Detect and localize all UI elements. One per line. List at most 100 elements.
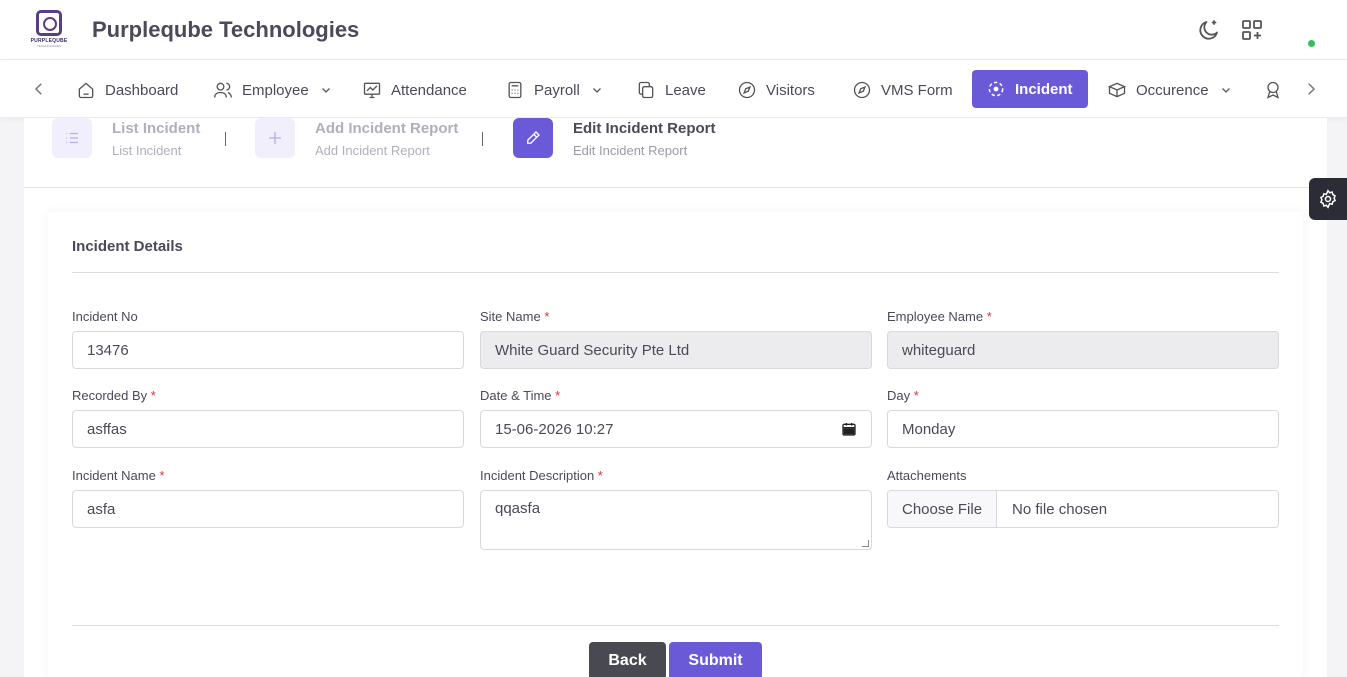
company-logo[interactable]: PURPLEQUBE TECHNOLOGIES bbox=[30, 10, 68, 48]
nav-item-dashboard[interactable]: Dashboard bbox=[66, 72, 188, 108]
nav-item-attendance[interactable]: Attendance bbox=[352, 72, 477, 108]
online-status-dot bbox=[1308, 40, 1315, 47]
company-name: Purpleqube Technologies bbox=[92, 17, 360, 42]
logo-subtext: TECHNOLOGIES bbox=[37, 44, 61, 48]
recorded-by-field: Recorded By * asffas bbox=[72, 388, 464, 448]
incident-name-label: Incident Name * bbox=[72, 468, 165, 483]
nav-label: Attendance bbox=[391, 81, 467, 99]
calendar-icon[interactable] bbox=[841, 421, 857, 437]
incident-description-field: Incident Description * qqasfa bbox=[480, 468, 872, 550]
incident-name-field: Incident Name * asfa bbox=[72, 468, 464, 528]
main-nav: Dashboard Employee Attendance Payroll Le… bbox=[0, 60, 1347, 118]
site-name-label: Site Name * bbox=[480, 309, 550, 324]
nav-item-incident[interactable]: Incident bbox=[972, 70, 1088, 108]
attachments-field: Attachements Choose File No file chosen bbox=[887, 468, 1279, 528]
chevron-down-icon bbox=[321, 88, 330, 93]
chart-icon bbox=[363, 82, 381, 99]
main-content: List Incident List Incident Add Incident… bbox=[24, 118, 1327, 677]
incident-icon bbox=[988, 81, 1004, 97]
users-icon bbox=[214, 82, 232, 98]
nav-label: Occurence bbox=[1136, 81, 1209, 99]
chevron-down-icon bbox=[1221, 88, 1230, 93]
incident-no-label: Incident No bbox=[72, 309, 138, 324]
compass-icon bbox=[853, 81, 871, 99]
compass-icon bbox=[738, 81, 756, 99]
incident-description-label: Incident Description * bbox=[480, 468, 603, 483]
nav-label: Payroll bbox=[534, 81, 580, 99]
step-subtitle: List Incident bbox=[112, 143, 182, 158]
form-title: Incident Details bbox=[72, 238, 183, 255]
copy-icon bbox=[638, 81, 654, 99]
step-separator bbox=[225, 132, 226, 146]
nav-label: Visitors bbox=[766, 81, 815, 99]
apps-grid-icon[interactable] bbox=[1240, 18, 1264, 42]
incident-description-textarea[interactable]: qqasfa bbox=[480, 490, 872, 550]
award-icon bbox=[1266, 81, 1280, 99]
file-status-text: No file chosen bbox=[1012, 500, 1108, 518]
nav-item-occurence[interactable]: Occurence bbox=[1097, 72, 1242, 108]
choose-file-button[interactable]: Choose File bbox=[888, 491, 998, 527]
settings-panel-toggle[interactable] bbox=[1309, 178, 1347, 220]
step-icon-box bbox=[513, 118, 553, 158]
gear-icon bbox=[1319, 189, 1337, 209]
top-header: PURPLEQUBE TECHNOLOGIES Purpleqube Techn… bbox=[0, 0, 1347, 60]
step-title: Add Incident Report bbox=[315, 120, 459, 137]
nav-item-vms-form[interactable]: VMS Form bbox=[842, 72, 963, 108]
nav-item-payroll[interactable]: Payroll bbox=[495, 72, 613, 108]
nav-scroll-left-icon[interactable] bbox=[30, 80, 48, 98]
incident-name-input[interactable]: asfa bbox=[72, 490, 464, 528]
logo-mark bbox=[36, 10, 62, 36]
employee-name-input: whiteguard bbox=[887, 331, 1279, 369]
step-edit-incident[interactable]: Edit Incident Report Edit Incident Repor… bbox=[513, 118, 716, 158]
step-icon-box bbox=[52, 118, 92, 158]
nav-scroll-right-icon[interactable] bbox=[1302, 80, 1320, 98]
nav-label: Incident bbox=[1015, 80, 1073, 98]
date-time-label: Date & Time * bbox=[480, 388, 561, 403]
day-input[interactable]: Monday bbox=[887, 410, 1279, 448]
nav-label: VMS Form bbox=[881, 81, 953, 99]
nav-item-leave[interactable]: Leave bbox=[626, 72, 716, 108]
step-text: List Incident List Incident bbox=[112, 118, 200, 158]
employee-name-field: Employee Name * whiteguard bbox=[887, 309, 1279, 369]
recorded-by-input[interactable]: asffas bbox=[72, 410, 464, 448]
nav-item-visitors[interactable]: Visitors bbox=[727, 72, 825, 108]
employee-name-label: Employee Name * bbox=[887, 309, 992, 324]
step-title: List Incident bbox=[112, 120, 201, 137]
date-time-input[interactable]: 15-06-2026 10:27 bbox=[480, 410, 872, 448]
recorded-by-label: Recorded By * bbox=[72, 388, 156, 403]
home-icon bbox=[78, 82, 94, 99]
plus-icon bbox=[269, 132, 281, 144]
date-time-field: Date & Time * 15-06-2026 10:27 bbox=[480, 388, 872, 448]
site-name-input: White Guard Security Pte Ltd bbox=[480, 331, 872, 369]
list-icon bbox=[66, 132, 78, 144]
day-label: Day * bbox=[887, 388, 919, 403]
nav-label: Dashboard bbox=[105, 81, 179, 99]
moon-icon[interactable] bbox=[1197, 18, 1221, 42]
incident-no-input[interactable]: 13476 bbox=[72, 331, 464, 369]
nav-item-award[interactable] bbox=[1253, 72, 1293, 108]
form-divider bbox=[72, 272, 1279, 273]
site-name-field: Site Name * White Guard Security Pte Ltd bbox=[480, 309, 872, 369]
nav-label: Employee bbox=[242, 81, 309, 99]
step-title: Edit Incident Report bbox=[573, 120, 716, 137]
incident-form-card: Incident Details Incident No 13476 Site … bbox=[48, 212, 1303, 677]
day-field: Day * Monday bbox=[887, 388, 1279, 448]
step-add-incident[interactable]: Add Incident Report Add Incident Report bbox=[255, 118, 458, 158]
attachments-label: Attachements bbox=[887, 468, 967, 483]
step-subtitle: Add Incident Report bbox=[315, 143, 430, 158]
step-text: Add Incident Report Add Incident Report bbox=[315, 118, 458, 158]
calculator-icon bbox=[508, 81, 522, 99]
step-text: Edit Incident Report Edit Incident Repor… bbox=[573, 118, 716, 158]
back-button[interactable]: Back bbox=[589, 642, 666, 677]
attachments-file-input[interactable]: Choose File No file chosen bbox=[887, 490, 1279, 528]
box-icon bbox=[1107, 82, 1127, 98]
submit-button[interactable]: Submit bbox=[669, 642, 762, 677]
chevron-down-icon bbox=[592, 88, 601, 93]
nav-label: Leave bbox=[665, 81, 706, 99]
step-list-incident[interactable]: List Incident List Incident bbox=[52, 118, 200, 158]
incident-no-field: Incident No 13476 bbox=[72, 309, 464, 369]
date-time-value: 15-06-2026 10:27 bbox=[495, 420, 614, 438]
pencil-icon bbox=[527, 131, 540, 144]
step-subtitle: Edit Incident Report bbox=[573, 143, 688, 158]
nav-item-employee[interactable]: Employee bbox=[203, 72, 342, 108]
